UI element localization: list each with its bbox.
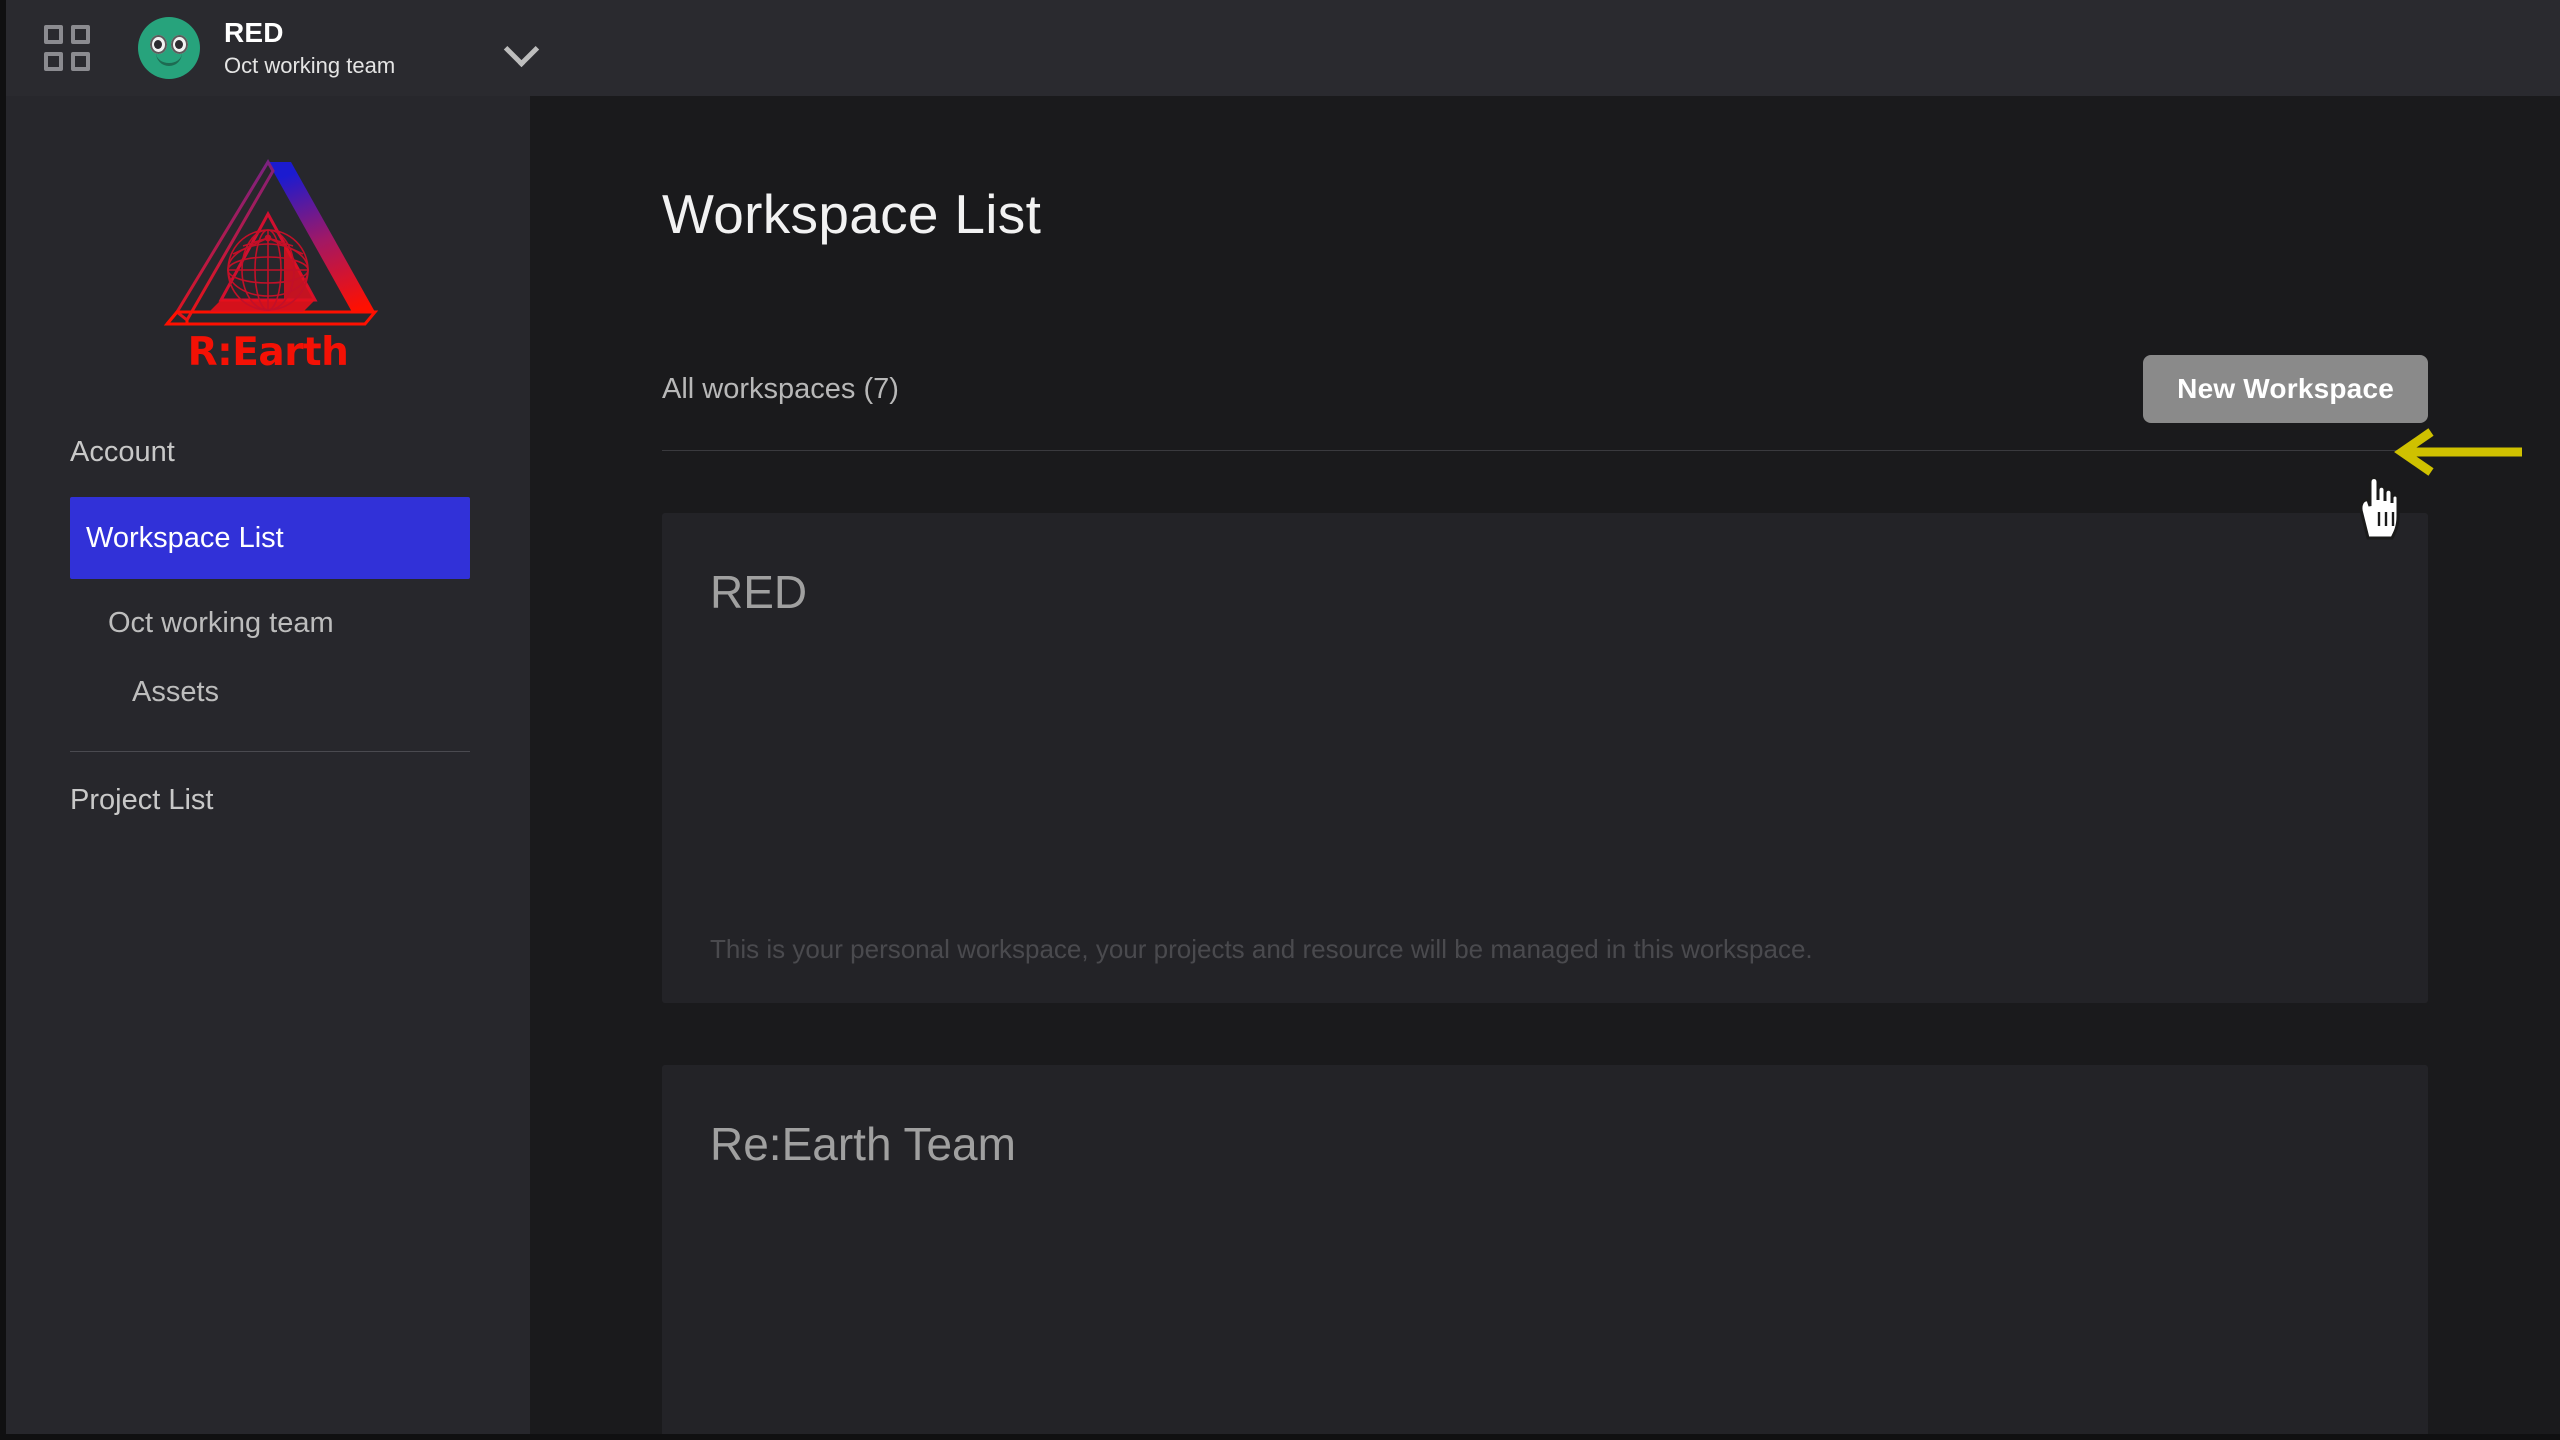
avatar-eye-right [171, 35, 188, 54]
sidebar-item-account[interactable]: Account [6, 418, 530, 487]
app-window: RED Oct working team R:Earth Account Wor… [0, 0, 2560, 1440]
workspace-card-reearth-team[interactable]: Re:Earth Team [662, 1065, 2428, 1434]
grid-cell [71, 52, 90, 71]
list-header: All workspaces (7) New Workspace [662, 355, 2428, 423]
top-bar: RED Oct working team [6, 0, 2560, 96]
all-workspaces-count: All workspaces (7) [662, 372, 899, 405]
reearth-wordmark: R:Earth [187, 330, 349, 375]
workspace-card-title: Re:Earth Team [710, 1118, 1016, 1170]
workspace-card-description: This is your personal workspace, your pr… [710, 934, 1813, 964]
workspace-switcher-label[interactable]: RED Oct working team [224, 17, 396, 79]
sidebar-item-assets[interactable]: Assets [6, 658, 530, 727]
chevron-down-icon[interactable] [505, 31, 539, 65]
sidebar-nav: Account Workspace List Oct working team … [6, 418, 530, 835]
pointing-hand-cursor [2359, 476, 2400, 540]
grid-apps-icon[interactable] [44, 25, 90, 71]
sidebar-item-project-list[interactable]: Project List [6, 766, 530, 835]
reearth-logo: R:Earth [143, 142, 393, 375]
sidebar-item-workspace-list[interactable]: Workspace List [70, 497, 470, 579]
page-title: Workspace List [662, 183, 1042, 245]
workspace-name: RED [224, 17, 284, 48]
avatar-smiley-icon[interactable] [138, 17, 200, 79]
workspace-card-red[interactable]: RED This is your personal workspace, you… [662, 513, 2428, 1003]
grid-cell [71, 25, 90, 44]
avatar-mouth [156, 53, 182, 66]
header-divider [662, 450, 2428, 451]
sidebar-divider [70, 751, 470, 752]
sidebar-item-oct-working-team[interactable]: Oct working team [6, 589, 530, 658]
grid-cell [44, 25, 63, 44]
avatar-eye-left [150, 35, 167, 54]
workspace-card-title: RED [710, 566, 808, 618]
workspace-subtitle: Oct working team [224, 53, 396, 79]
sidebar: R:Earth Account Workspace List Oct worki… [6, 96, 530, 1434]
grid-cell [44, 52, 63, 71]
main-content: Workspace List All workspaces (7) New Wo… [530, 96, 2560, 1434]
new-workspace-button[interactable]: New Workspace [2143, 355, 2428, 423]
reearth-triangle-globe-logo [163, 159, 379, 326]
